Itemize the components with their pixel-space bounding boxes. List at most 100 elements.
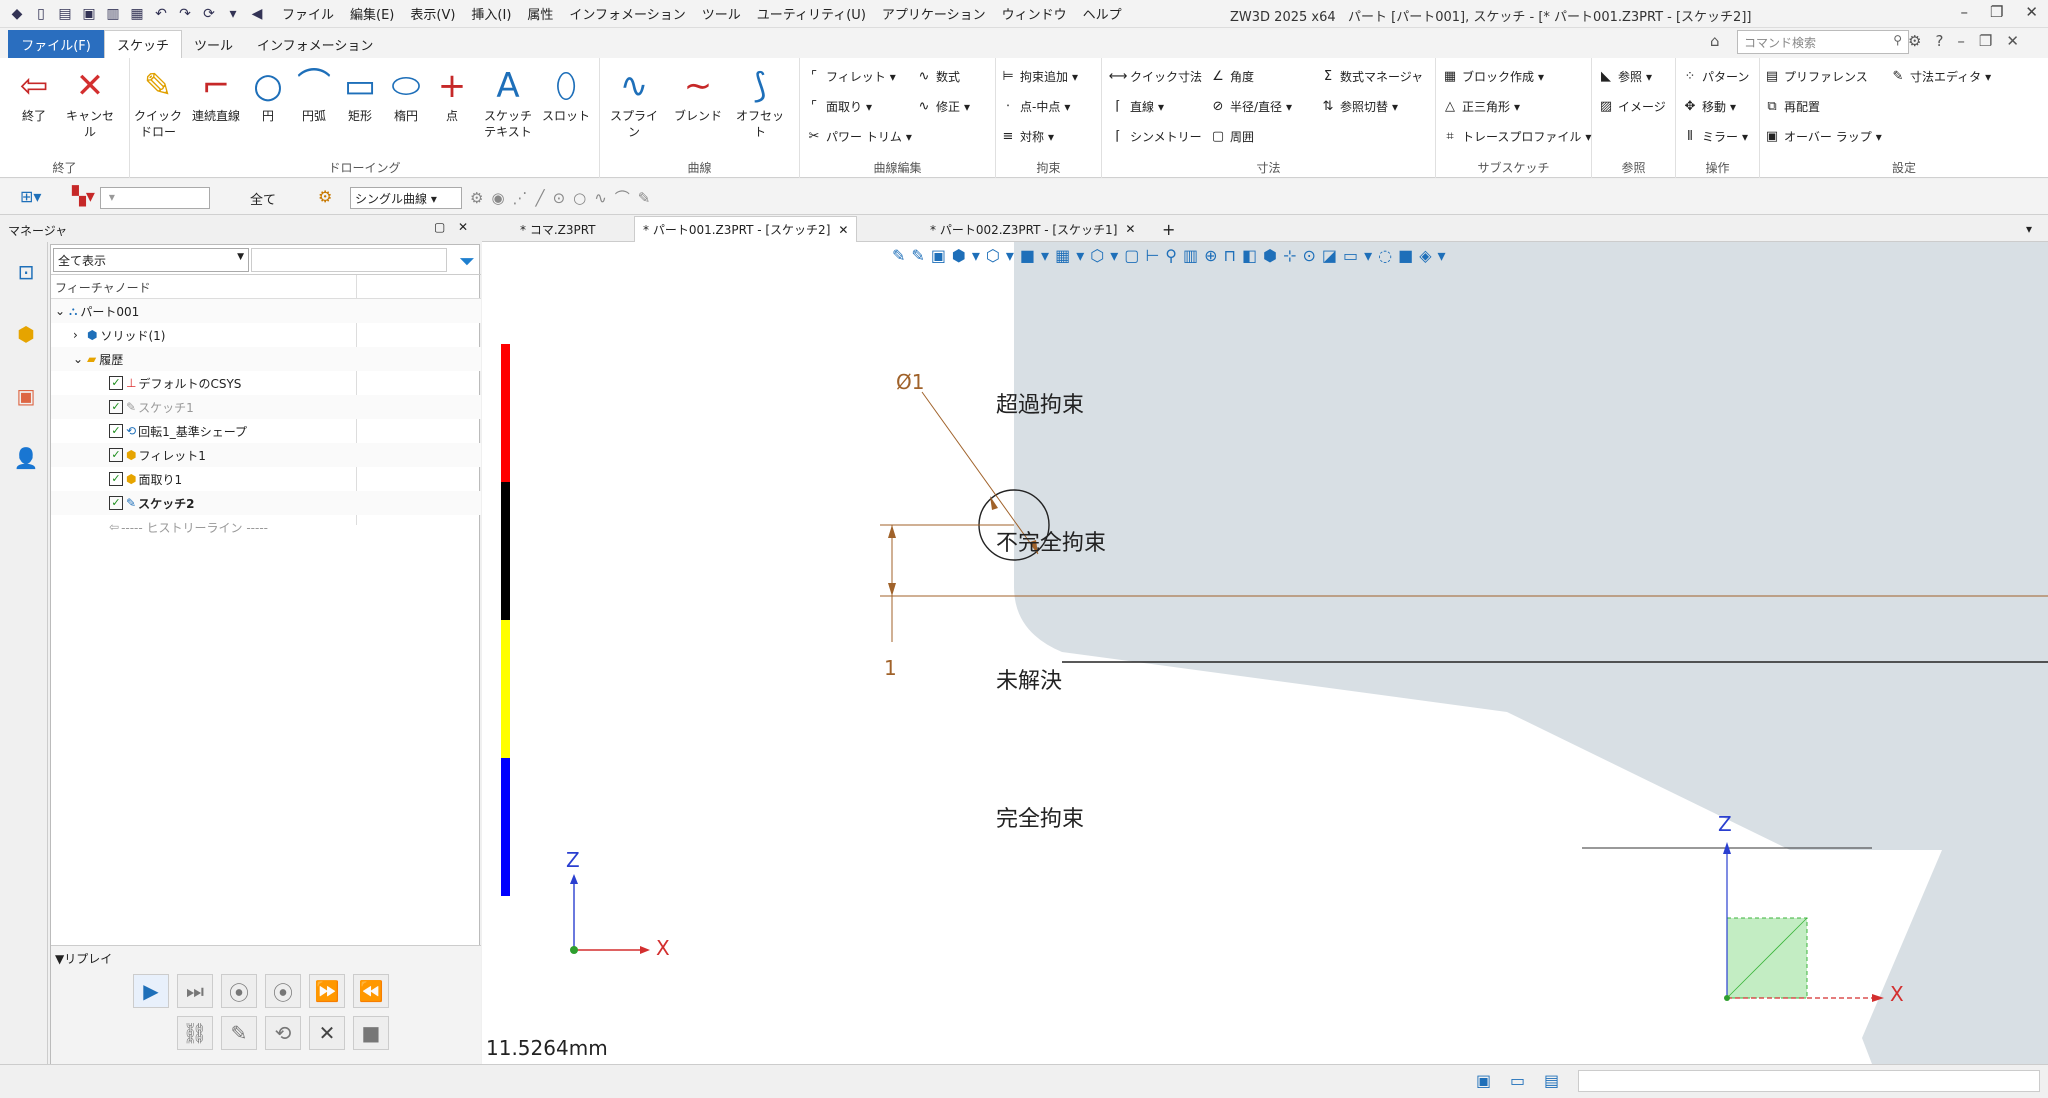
overlap-button[interactable]: ▣ オーバー ラップ ▾ [1764, 128, 1882, 145]
power-trim-button[interactable]: ✂ パワー トリム ▾ [806, 128, 912, 145]
step-forward-icon[interactable]: ⏭ [177, 974, 213, 1008]
show-filter-select[interactable]: 全て表示 ▼ [53, 248, 249, 272]
regenerate-icon[interactable]: ⟲ [265, 1016, 301, 1050]
checkbox-icon[interactable]: ✓ [109, 448, 123, 462]
doc-tab-part002[interactable]: * パート002.Z3PRT - [スケッチ1] ✕ [922, 216, 1143, 242]
collapse-ribbon-icon[interactable]: ⌂ [1710, 32, 1720, 50]
symmetry-dim-button[interactable]: ⌈ シンメトリー [1110, 128, 1201, 145]
cancel-button[interactable]: ✕ キャンセル [62, 64, 118, 140]
play-icon[interactable]: ▶ [133, 974, 169, 1008]
undo-icon[interactable]: ↶ [152, 5, 170, 23]
minimize-icon[interactable]: – [1960, 3, 1968, 21]
replay-next2-icon[interactable]: ⦿ [265, 974, 301, 1008]
redo-icon[interactable]: ↷ [176, 5, 194, 23]
ref-switch-button[interactable]: ⇅ 参照切替 ▾ [1320, 98, 1399, 115]
view-toolbar[interactable]: ✎✎▣⬢▾⬡▾■▾▦▾⬡▾▢⊢⚲▥⊕⊓◧⬢⊹⊙◪▭▾◌■◈▾ [892, 246, 1452, 265]
menu-utility[interactable]: ユーティリティ(U) [757, 4, 866, 23]
tree-item-solid[interactable]: › ⬢ ソリッド(1) [51, 323, 481, 347]
chamfer-button[interactable]: ⌜ 面取り ▾ [806, 98, 872, 115]
new-file-icon[interactable]: ▯ [32, 5, 50, 23]
select-filter-icon[interactable]: ⊞▾ [20, 187, 41, 206]
angle-dim-button[interactable]: ∠ 角度 [1210, 68, 1254, 85]
link-icon[interactable]: ⛓ [177, 1016, 213, 1050]
status-layout-icon[interactable]: ▣ [1476, 1071, 1491, 1090]
checkbox-icon[interactable]: ✓ [109, 496, 123, 510]
linear-dimension-label[interactable]: 1 [884, 656, 897, 680]
block-create-button[interactable]: ▦ ブロック作成 ▾ [1442, 68, 1544, 85]
delete-icon[interactable]: ✕ [309, 1016, 345, 1050]
menu-file[interactable]: ファイル [282, 4, 334, 23]
command-search-input[interactable]: コマンド検索 ⚲ [1737, 30, 1909, 54]
part-manager-icon[interactable]: ⬢ [12, 320, 40, 348]
tab-sketch[interactable]: スケッチ [104, 30, 183, 58]
exit-button[interactable]: ⇦ 終了 [6, 64, 62, 124]
save-icon[interactable]: ▣ [80, 5, 98, 23]
sketch-text-button[interactable]: A スケッチ テキスト [480, 64, 536, 140]
snap-icons[interactable]: ⚙◉⋰╱⊙○∿⌒✎ [470, 187, 658, 208]
add-constraint-button[interactable]: ⊨ 拘束追加 ▾ [1000, 68, 1078, 85]
back-arrow-icon[interactable]: ◀ [248, 5, 266, 23]
suppress-icon[interactable]: ■ [353, 1016, 389, 1050]
fillet-button[interactable]: ⌜ フィレット ▾ [806, 68, 896, 85]
doc-tab-koma[interactable]: * コマ.Z3PRT [512, 216, 604, 242]
triangle-button[interactable]: △ 正三角形 ▾ [1442, 98, 1520, 115]
replay-header[interactable]: ▼リプレイ [55, 950, 112, 967]
menu-attribute[interactable]: 属性 [527, 4, 553, 23]
close-icon[interactable]: ✕ [2025, 3, 2038, 21]
manager-close-icon[interactable]: ✕ [458, 220, 468, 234]
menu-help[interactable]: ヘルプ [1083, 4, 1122, 23]
save-all-icon[interactable]: ▦ [128, 5, 146, 23]
point-button[interactable]: + 点 [424, 64, 480, 124]
view-manager-icon[interactable]: ▣ [12, 382, 40, 410]
mirror-button[interactable]: ⫴ ミラー ▾ [1682, 128, 1748, 145]
doc-tab-part001[interactable]: * パート001.Z3PRT - [スケッチ2] ✕ [634, 216, 858, 242]
menu-window[interactable]: ウィンドウ [1002, 4, 1067, 23]
app-logo-icon[interactable]: ◆ [8, 5, 26, 23]
ribbon-restore-icon[interactable]: ❐ [1979, 32, 1992, 50]
collapse-icon[interactable]: › [73, 328, 87, 342]
fast-forward-icon[interactable]: ⏩ [309, 974, 345, 1008]
preference-button[interactable]: ▤ プリファレンス [1764, 68, 1868, 85]
tree-item-part[interactable]: ⌄ ⛬ パート001 [51, 299, 481, 323]
menu-application[interactable]: アプリケーション [882, 4, 986, 23]
reference-button[interactable]: ◣ 参照 ▾ [1598, 68, 1652, 85]
filter-text-input[interactable] [251, 248, 447, 272]
color-filter-icon[interactable]: ▚▾ [72, 186, 95, 207]
checkbox-icon[interactable]: ✓ [109, 376, 123, 390]
checkbox-icon[interactable]: ✓ [109, 424, 123, 438]
history-line[interactable]: ⇦ ----- ヒストリーライン ----- [51, 515, 481, 539]
relocate-button[interactable]: ⧉ 再配置 [1764, 98, 1820, 115]
file-tab[interactable]: ファイル(F) [8, 30, 104, 58]
restore-icon[interactable]: ❐ [1990, 3, 2003, 21]
status-list-icon[interactable]: ▤ [1544, 1071, 1559, 1090]
rewind-icon[interactable]: ⏪ [353, 974, 389, 1008]
radius-dia-button[interactable]: ⊘ 半径/直径 ▾ [1210, 98, 1293, 115]
symmetric-button[interactable]: ≡ 対称 ▾ [1000, 128, 1055, 145]
open-file-icon[interactable]: ▤ [56, 5, 74, 23]
refresh-icon[interactable]: ⟳ [200, 5, 218, 23]
status-display-icon[interactable]: ▭ [1510, 1071, 1525, 1090]
perimeter-button[interactable]: ▢ 周囲 [1210, 128, 1254, 145]
modify-button[interactable]: ∿ 修正 ▾ [916, 98, 971, 115]
funnel-filter-icon[interactable]: ⏷ [459, 249, 475, 273]
slot-button[interactable]: ⬯ スロット [538, 64, 594, 124]
pattern-button[interactable]: ⁘ パターン [1682, 68, 1750, 85]
tree-item-history[interactable]: ⌄ ▰ 履歴 [51, 347, 481, 371]
tree-item-csys[interactable]: ✓ ⊥ デフォルトのCSYS [51, 371, 481, 395]
sketch-canvas[interactable]: ✎✎▣⬢▾⬡▾■▾▦▾⬡▾▢⊢⚲▥⊕⊓◧⬢⊹⊙◪▭▾◌■◈▾ 超過拘束 不完全拘… [482, 242, 2048, 1064]
tree-item-sketch1[interactable]: ✓ ✎ スケッチ1 [51, 395, 481, 419]
settings-gear-icon[interactable]: ⚙ [1908, 32, 1921, 50]
tree-item-fillet[interactable]: ✓ ⬢ フィレット1 [51, 443, 481, 467]
menu-insert[interactable]: 挿入(I) [471, 4, 511, 23]
blend-button[interactable]: ∼ ブレンド [670, 64, 726, 124]
image-button[interactable]: ▨ イメージ [1598, 98, 1666, 115]
close-tab-icon[interactable]: ✕ [1125, 222, 1135, 236]
all-button[interactable]: 全て [250, 189, 276, 208]
menu-edit[interactable]: 編集(E) [350, 4, 394, 23]
filter-dropdown[interactable]: ▾ [100, 187, 210, 209]
user-icon[interactable]: 👤 [12, 444, 40, 472]
close-tab-icon[interactable]: ✕ [838, 223, 848, 237]
manager-pin-icon[interactable]: ▢ [434, 220, 445, 234]
ribbon-minimize-icon[interactable]: – [1957, 32, 1965, 50]
print-icon[interactable]: ▥ [104, 5, 122, 23]
